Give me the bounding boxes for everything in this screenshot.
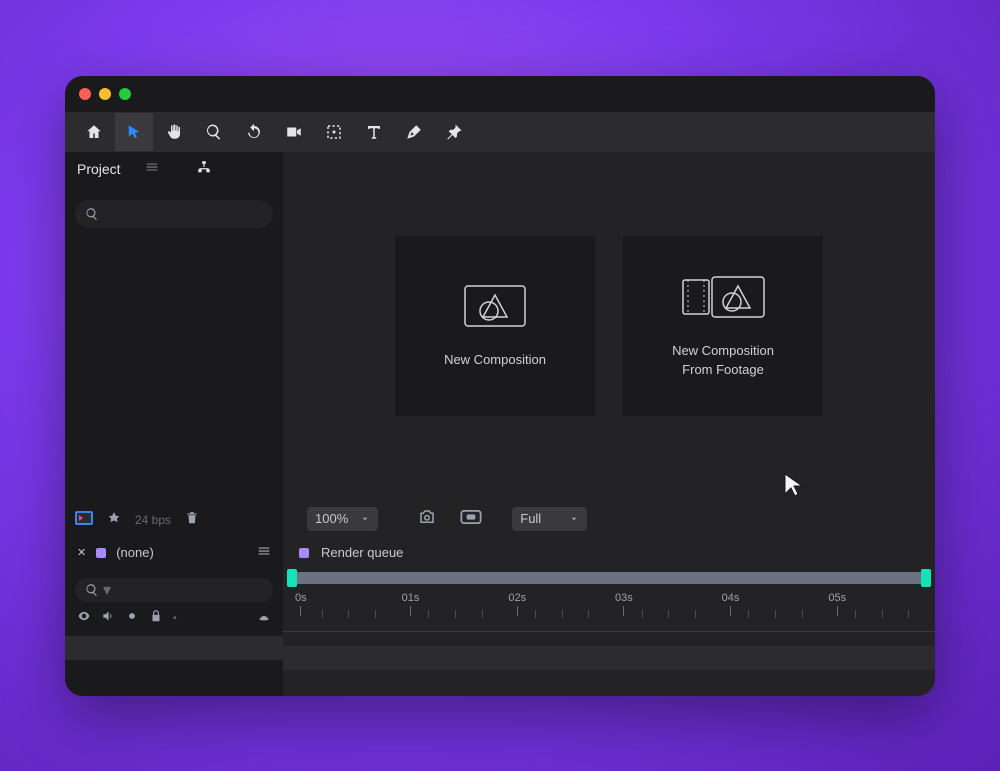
tick-minor (775, 610, 776, 618)
color-depth-icon[interactable] (107, 511, 121, 528)
hand-tool[interactable] (155, 113, 193, 151)
solo-toggle-icon[interactable] (125, 609, 139, 628)
text-tool[interactable] (355, 113, 393, 151)
composition-footage-icon (678, 272, 768, 322)
timeline-body: ▾ • 0s01s02s03s04s05s06s (65, 568, 935, 696)
work-area-start-handle[interactable] (287, 569, 297, 587)
chevron-down-icon (360, 514, 370, 524)
tick-minor (375, 610, 376, 618)
time-ruler[interactable]: 0s01s02s03s04s05s06s (283, 592, 935, 632)
project-bin[interactable] (65, 234, 283, 502)
trash-icon[interactable] (185, 511, 199, 528)
lock-toggle-icon[interactable] (149, 609, 163, 628)
camera-tool[interactable] (275, 113, 313, 151)
timeline-tab-none[interactable]: ✕ (none) (65, 538, 283, 568)
tick-minor (695, 610, 696, 618)
work-area-bar[interactable] (289, 572, 929, 584)
tick-minor (322, 610, 323, 618)
composition-icon (455, 281, 535, 331)
timeline-search[interactable]: ▾ (75, 578, 273, 602)
new-composition-from-footage-card[interactable]: New Composition From Footage (623, 236, 823, 416)
tick-minor (802, 610, 803, 618)
tick-major: 03s (615, 592, 633, 616)
search-icon (85, 207, 99, 221)
selection-tool[interactable] (115, 113, 153, 151)
tick-minor (535, 610, 536, 618)
zoom-tool[interactable] (195, 113, 233, 151)
tick-minor (562, 610, 563, 618)
shy-toggle-icon[interactable] (257, 609, 271, 628)
tick-major: 04s (722, 592, 740, 616)
pin-tool[interactable] (435, 113, 473, 151)
viewer-footer: 100% Full (283, 500, 935, 538)
tick-minor (455, 610, 456, 618)
tick-minor (642, 610, 643, 618)
project-search[interactable] (75, 200, 273, 228)
timeline-layer-panel: ▾ • (65, 568, 283, 696)
app-window: Project 24 bps (65, 76, 935, 696)
tab-none-label: (none) (116, 545, 154, 560)
project-footer: 24 bps (65, 502, 283, 538)
tick-minor (428, 610, 429, 618)
tick-major: 05s (828, 592, 846, 616)
audio-toggle-icon[interactable] (101, 609, 115, 628)
project-tab[interactable]: Project (77, 161, 121, 177)
visibility-toggle-icon[interactable] (77, 609, 91, 628)
timeline-track-area[interactable]: 0s01s02s03s04s05s06s (283, 568, 935, 696)
tick-minor (855, 610, 856, 618)
layer-toggles: • (65, 606, 283, 632)
layer-row-empty (65, 636, 283, 660)
chevron-down-icon (569, 514, 579, 524)
new-composition-from-footage-label: New Composition From Footage (672, 342, 774, 378)
timeline-tabs: ✕ (none) Render queue (65, 538, 935, 568)
close-window-button[interactable] (79, 88, 91, 100)
tick-minor (668, 610, 669, 618)
channel-icon[interactable] (460, 510, 482, 527)
viewer-content: New Composition New Composition From Foo… (283, 152, 935, 500)
project-panel: Project 24 bps (65, 152, 283, 538)
zoom-value: 100% (315, 511, 348, 526)
rotate-tool[interactable] (235, 113, 273, 151)
close-icon[interactable]: ✕ (77, 546, 86, 559)
new-composition-label: New Composition (444, 351, 546, 369)
track-row-empty (283, 646, 935, 670)
render-queue-label: Render queue (321, 545, 403, 560)
resolution-select[interactable]: Full (512, 507, 587, 531)
tick-minor (348, 610, 349, 618)
tick-major: 02s (508, 592, 526, 616)
home-tool[interactable] (75, 113, 113, 151)
comp-marker-icon (299, 548, 309, 558)
timeline-panel: ✕ (none) Render queue ▾ (65, 538, 935, 696)
region-tool[interactable] (315, 113, 353, 151)
tick-minor (748, 610, 749, 618)
minimize-window-button[interactable] (99, 88, 111, 100)
zoom-select[interactable]: 100% (307, 507, 378, 531)
cursor-icon (783, 472, 805, 498)
tick-major: 0s (295, 592, 307, 616)
tick-minor (882, 610, 883, 618)
pen-tool[interactable] (395, 113, 433, 151)
interpret-footage-icon[interactable] (75, 511, 93, 528)
toolbar (65, 112, 935, 152)
maximize-window-button[interactable] (119, 88, 131, 100)
snapshot-icon[interactable] (418, 508, 436, 529)
tick-minor (482, 610, 483, 618)
timeline-tab-render-queue[interactable]: Render queue (283, 538, 419, 568)
tick-minor (908, 610, 909, 618)
work-area-end-handle[interactable] (921, 569, 931, 587)
comp-marker-icon (96, 548, 106, 558)
new-composition-card[interactable]: New Composition (395, 236, 595, 416)
composition-viewer: New Composition New Composition From Foo… (283, 152, 935, 538)
search-icon (85, 583, 99, 597)
panel-menu-icon[interactable] (145, 160, 159, 177)
fps-label: 24 bps (135, 513, 171, 527)
tick-minor (588, 610, 589, 618)
dot-icon: • (173, 613, 177, 624)
titlebar (65, 76, 935, 112)
flowchart-icon[interactable] (197, 160, 211, 177)
project-panel-tabs: Project (65, 152, 283, 186)
tick-major: 01s (402, 592, 420, 616)
resolution-value: Full (520, 511, 541, 526)
tab-menu-icon[interactable] (257, 544, 271, 561)
